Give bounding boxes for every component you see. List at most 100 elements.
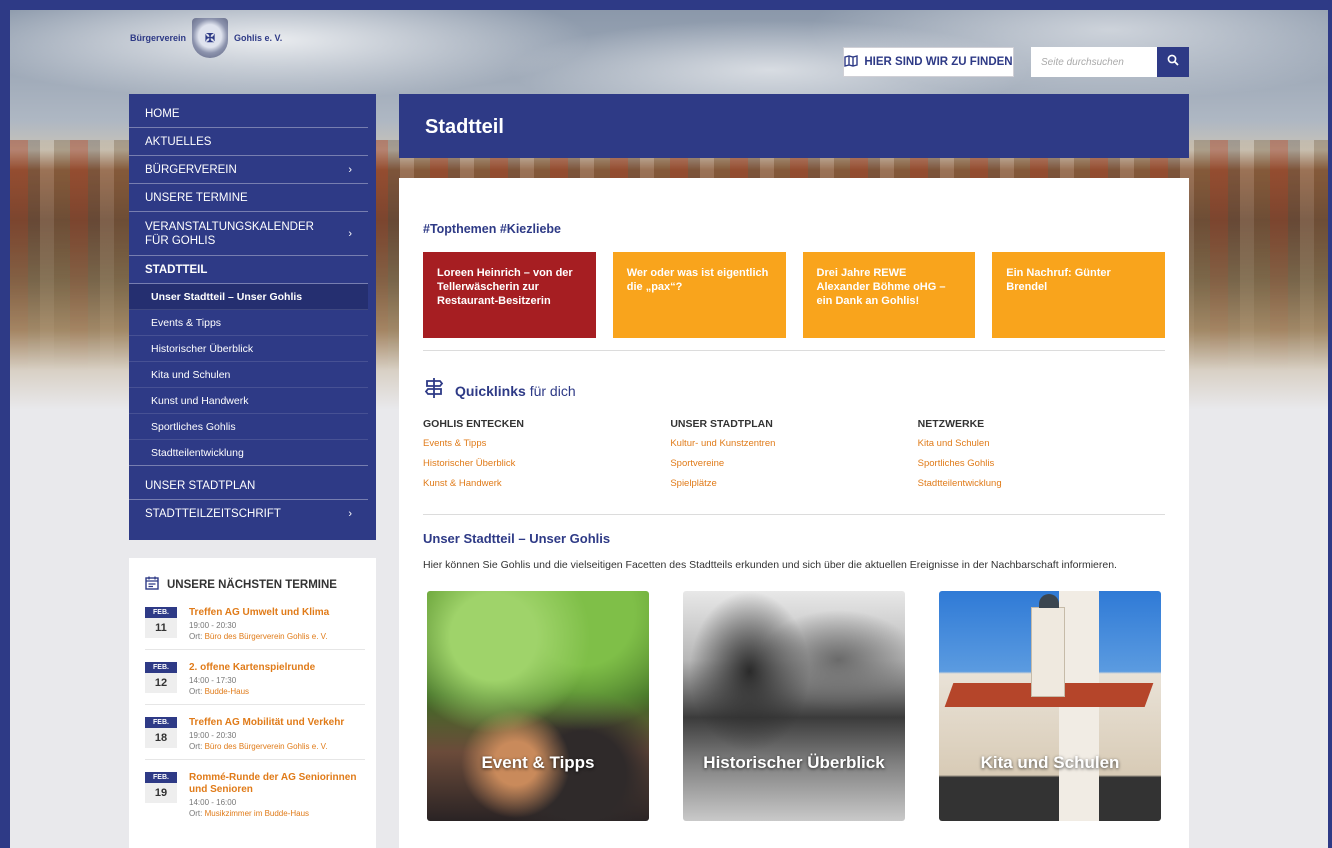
event-item[interactable]: FEB. 11 Treffen AG Umwelt und Klima 19:00 … xyxy=(145,603,365,650)
nav-item-stadtteil[interactable]: STADTTEIL xyxy=(129,256,368,284)
quicklinks-column: NETZWERKE Kita und Schulen Sportliches G… xyxy=(918,418,1165,494)
search-button[interactable] xyxy=(1157,47,1189,77)
quicklink[interactable]: Sportliches Gohlis xyxy=(918,454,1165,474)
site-logo[interactable]: Bürgerverein ✠ Gohlis e. V. xyxy=(130,18,282,58)
page-frame: Bürgerverein ✠ Gohlis e. V. HIER SIND WI… xyxy=(10,10,1328,848)
topic-tile[interactable]: Wer oder was ist eigentlich die „pax“? xyxy=(612,252,786,338)
subnav-item-kunst[interactable]: Kunst und Handwerk xyxy=(129,388,368,414)
topic-tile[interactable]: Ein Nachruf: Günter Brendel xyxy=(992,252,1165,338)
nav-label: VERANSTALTUNGSKALENDER FÜR GOHLIS xyxy=(145,220,314,247)
topic-tile[interactable]: Drei Jahre REWE Alexander Böhme oHG – ei… xyxy=(802,252,976,338)
event-date: FEB. 19 xyxy=(145,772,177,818)
nav-item-home[interactable]: HOME xyxy=(129,100,368,128)
quicklinks-bold: Quicklinks xyxy=(455,382,526,399)
card-historie[interactable]: Historischer Überblick xyxy=(683,591,905,821)
subnav-label: Sportliches Gohlis xyxy=(151,420,236,433)
calendar-icon xyxy=(145,576,159,593)
event-title[interactable]: 2. offene Kartenspielrunde xyxy=(189,662,315,674)
event-title[interactable]: Rommé-Runde der AG Seniorinnen und Senio… xyxy=(189,772,365,796)
location-link[interactable]: Musikzimmer im Budde-Haus xyxy=(205,809,309,818)
quicklinks-rest: für dich xyxy=(529,382,576,399)
quicklink[interactable]: Stadtteilentwicklung xyxy=(918,474,1165,494)
event-item[interactable]: FEB. 12 2. offene Kartenspielrunde 14:00 -… xyxy=(145,658,365,705)
find-us-label: HIER SIND WIR ZU FINDEN xyxy=(864,56,1013,68)
find-us-button[interactable]: HIER SIND WIR ZU FINDEN xyxy=(843,47,1014,77)
search-icon xyxy=(1167,53,1179,71)
subnav-item-events[interactable]: Events & Tipps xyxy=(129,310,368,336)
event-day: 11 xyxy=(145,618,177,638)
subnav-label: Events & Tipps xyxy=(151,316,222,329)
event-time: 19:00 - 20:30 xyxy=(189,621,237,630)
quicklinks-title: Quicklinks für dich xyxy=(455,383,576,399)
card-events[interactable]: Event & Tipps xyxy=(427,591,649,821)
chevron-right-icon: › xyxy=(348,227,352,240)
subnav-item-unser-gohlis[interactable]: Unser Stadtteil – Unser Gohlis xyxy=(129,284,368,310)
quicklink[interactable]: Kita und Schulen xyxy=(918,434,1165,454)
event-title[interactable]: Treffen AG Mobilität und Verkehr xyxy=(189,717,344,729)
event-item[interactable]: FEB. 18 Treffen AG Mobilität und Verkehr 1… xyxy=(145,713,365,760)
location-link[interactable]: Büro des Bürgerverein Gohlis e. V. xyxy=(205,632,328,641)
nav-item-veranstaltungskalender[interactable]: VERANSTALTUNGSKALENDER FÜR GOHLIS › xyxy=(129,212,368,256)
quicklink[interactable]: Spielplätze xyxy=(670,474,917,494)
nav-label: HOME xyxy=(145,107,180,120)
event-day: 18 xyxy=(145,728,177,748)
event-title[interactable]: Treffen AG Umwelt und Klima xyxy=(189,607,329,619)
quicklink[interactable]: Kultur- und Kunstzentren xyxy=(670,434,917,454)
building-tower xyxy=(1031,594,1065,697)
event-day: 19 xyxy=(145,783,177,803)
nav-item-stadtplan[interactable]: UNSER STADTPLAN xyxy=(129,472,368,500)
nav-label: BÜRGERVEREIN xyxy=(145,163,237,176)
quicklink[interactable]: Events & Tipps xyxy=(423,434,670,454)
events-heading: UNSERE NÄCHSTEN TERMINE xyxy=(145,576,360,593)
subnav-label: Historischer Überblick xyxy=(151,342,254,355)
card-label: Event & Tipps xyxy=(481,753,595,772)
crest-icon: ✠ xyxy=(192,18,229,58)
section-title: Unser Stadtteil – Unser Gohlis xyxy=(423,531,611,546)
quicklink[interactable]: Kunst & Handwerk xyxy=(423,474,670,494)
event-item[interactable]: FEB. 19 Rommé-Runde der AG Seniorinnen un… xyxy=(145,768,365,826)
map-icon xyxy=(844,54,859,70)
event-time: 19:00 - 20:30 xyxy=(189,731,237,740)
nav-label: STADTTEIL xyxy=(145,263,208,276)
event-date: FEB. 12 xyxy=(145,662,177,696)
search-input[interactable] xyxy=(1031,47,1157,77)
nav-item-zeitschrift[interactable]: STADTTEILZEITSCHRIFT › xyxy=(129,500,368,528)
main-content: #Topthemen #Kiezliebe Loreen Heinrich – … xyxy=(399,178,1189,848)
quicklink[interactable]: Historischer Überblick xyxy=(423,454,670,474)
nav-item-termine[interactable]: UNSERE TERMINE xyxy=(129,184,368,212)
subnav-label: Kita und Schulen xyxy=(151,368,231,381)
quicklink[interactable]: Sportvereine xyxy=(670,454,917,474)
quicklinks-column: GOHLIS ENTECKEN Events & Tipps Historisc… xyxy=(423,418,670,494)
main-nav: HOME AKTUELLES BÜRGERVEREIN › UNSERE TERM… xyxy=(129,94,376,540)
section-intro: Hier können Sie Gohlis und die vielseiti… xyxy=(423,559,1117,571)
logo-text-left: Bürgerverein xyxy=(130,33,187,43)
nav-item-buergerverein[interactable]: BÜRGERVEREIN › xyxy=(129,156,368,184)
location-link[interactable]: Büro des Bürgerverein Gohlis e. V. xyxy=(205,742,328,751)
event-month: FEB. xyxy=(145,772,177,783)
quicklinks-heading: Quicklinks für dich xyxy=(423,377,1165,404)
divider xyxy=(423,514,1165,515)
signpost-icon xyxy=(423,377,445,404)
subnav-item-historie[interactable]: Historischer Überblick xyxy=(129,336,368,362)
event-month: FEB. xyxy=(145,717,177,728)
nav-item-aktuelles[interactable]: AKTUELLES xyxy=(129,128,368,156)
subnav-label: Unser Stadtteil – Unser Gohlis xyxy=(151,290,303,303)
event-month: FEB. xyxy=(145,607,177,618)
category-cards: Event & Tipps Historischer Überblick Kit… xyxy=(423,591,1165,821)
event-location: Ort: Büro des Bürgerverein Gohlis e. V. xyxy=(189,632,329,641)
event-location: Ort: Büro des Bürgerverein Gohlis e. V. xyxy=(189,742,344,751)
column-title: GOHLIS ENTECKEN xyxy=(423,418,524,430)
subnav-item-kita[interactable]: Kita und Schulen xyxy=(129,362,368,388)
event-day: 12 xyxy=(145,673,177,693)
card-kita[interactable]: Kita und Schulen xyxy=(939,591,1161,821)
subnav-item-entwicklung[interactable]: Stadtteilentwicklung xyxy=(129,440,368,466)
event-date: FEB. 18 xyxy=(145,717,177,751)
location-link[interactable]: Budde-Haus xyxy=(205,687,249,696)
subnav-item-sport[interactable]: Sportliches Gohlis xyxy=(129,414,368,440)
nav-label: UNSER STADTPLAN xyxy=(145,479,256,492)
card-label: Kita und Schulen xyxy=(980,753,1120,772)
nav-label: UNSERE TERMINE xyxy=(145,191,248,204)
card-label: Historischer Überblick xyxy=(703,753,885,772)
chevron-right-icon: › xyxy=(348,508,352,520)
topic-tile[interactable]: Loreen Heinrich – von der Tellerwäscheri… xyxy=(423,252,596,338)
